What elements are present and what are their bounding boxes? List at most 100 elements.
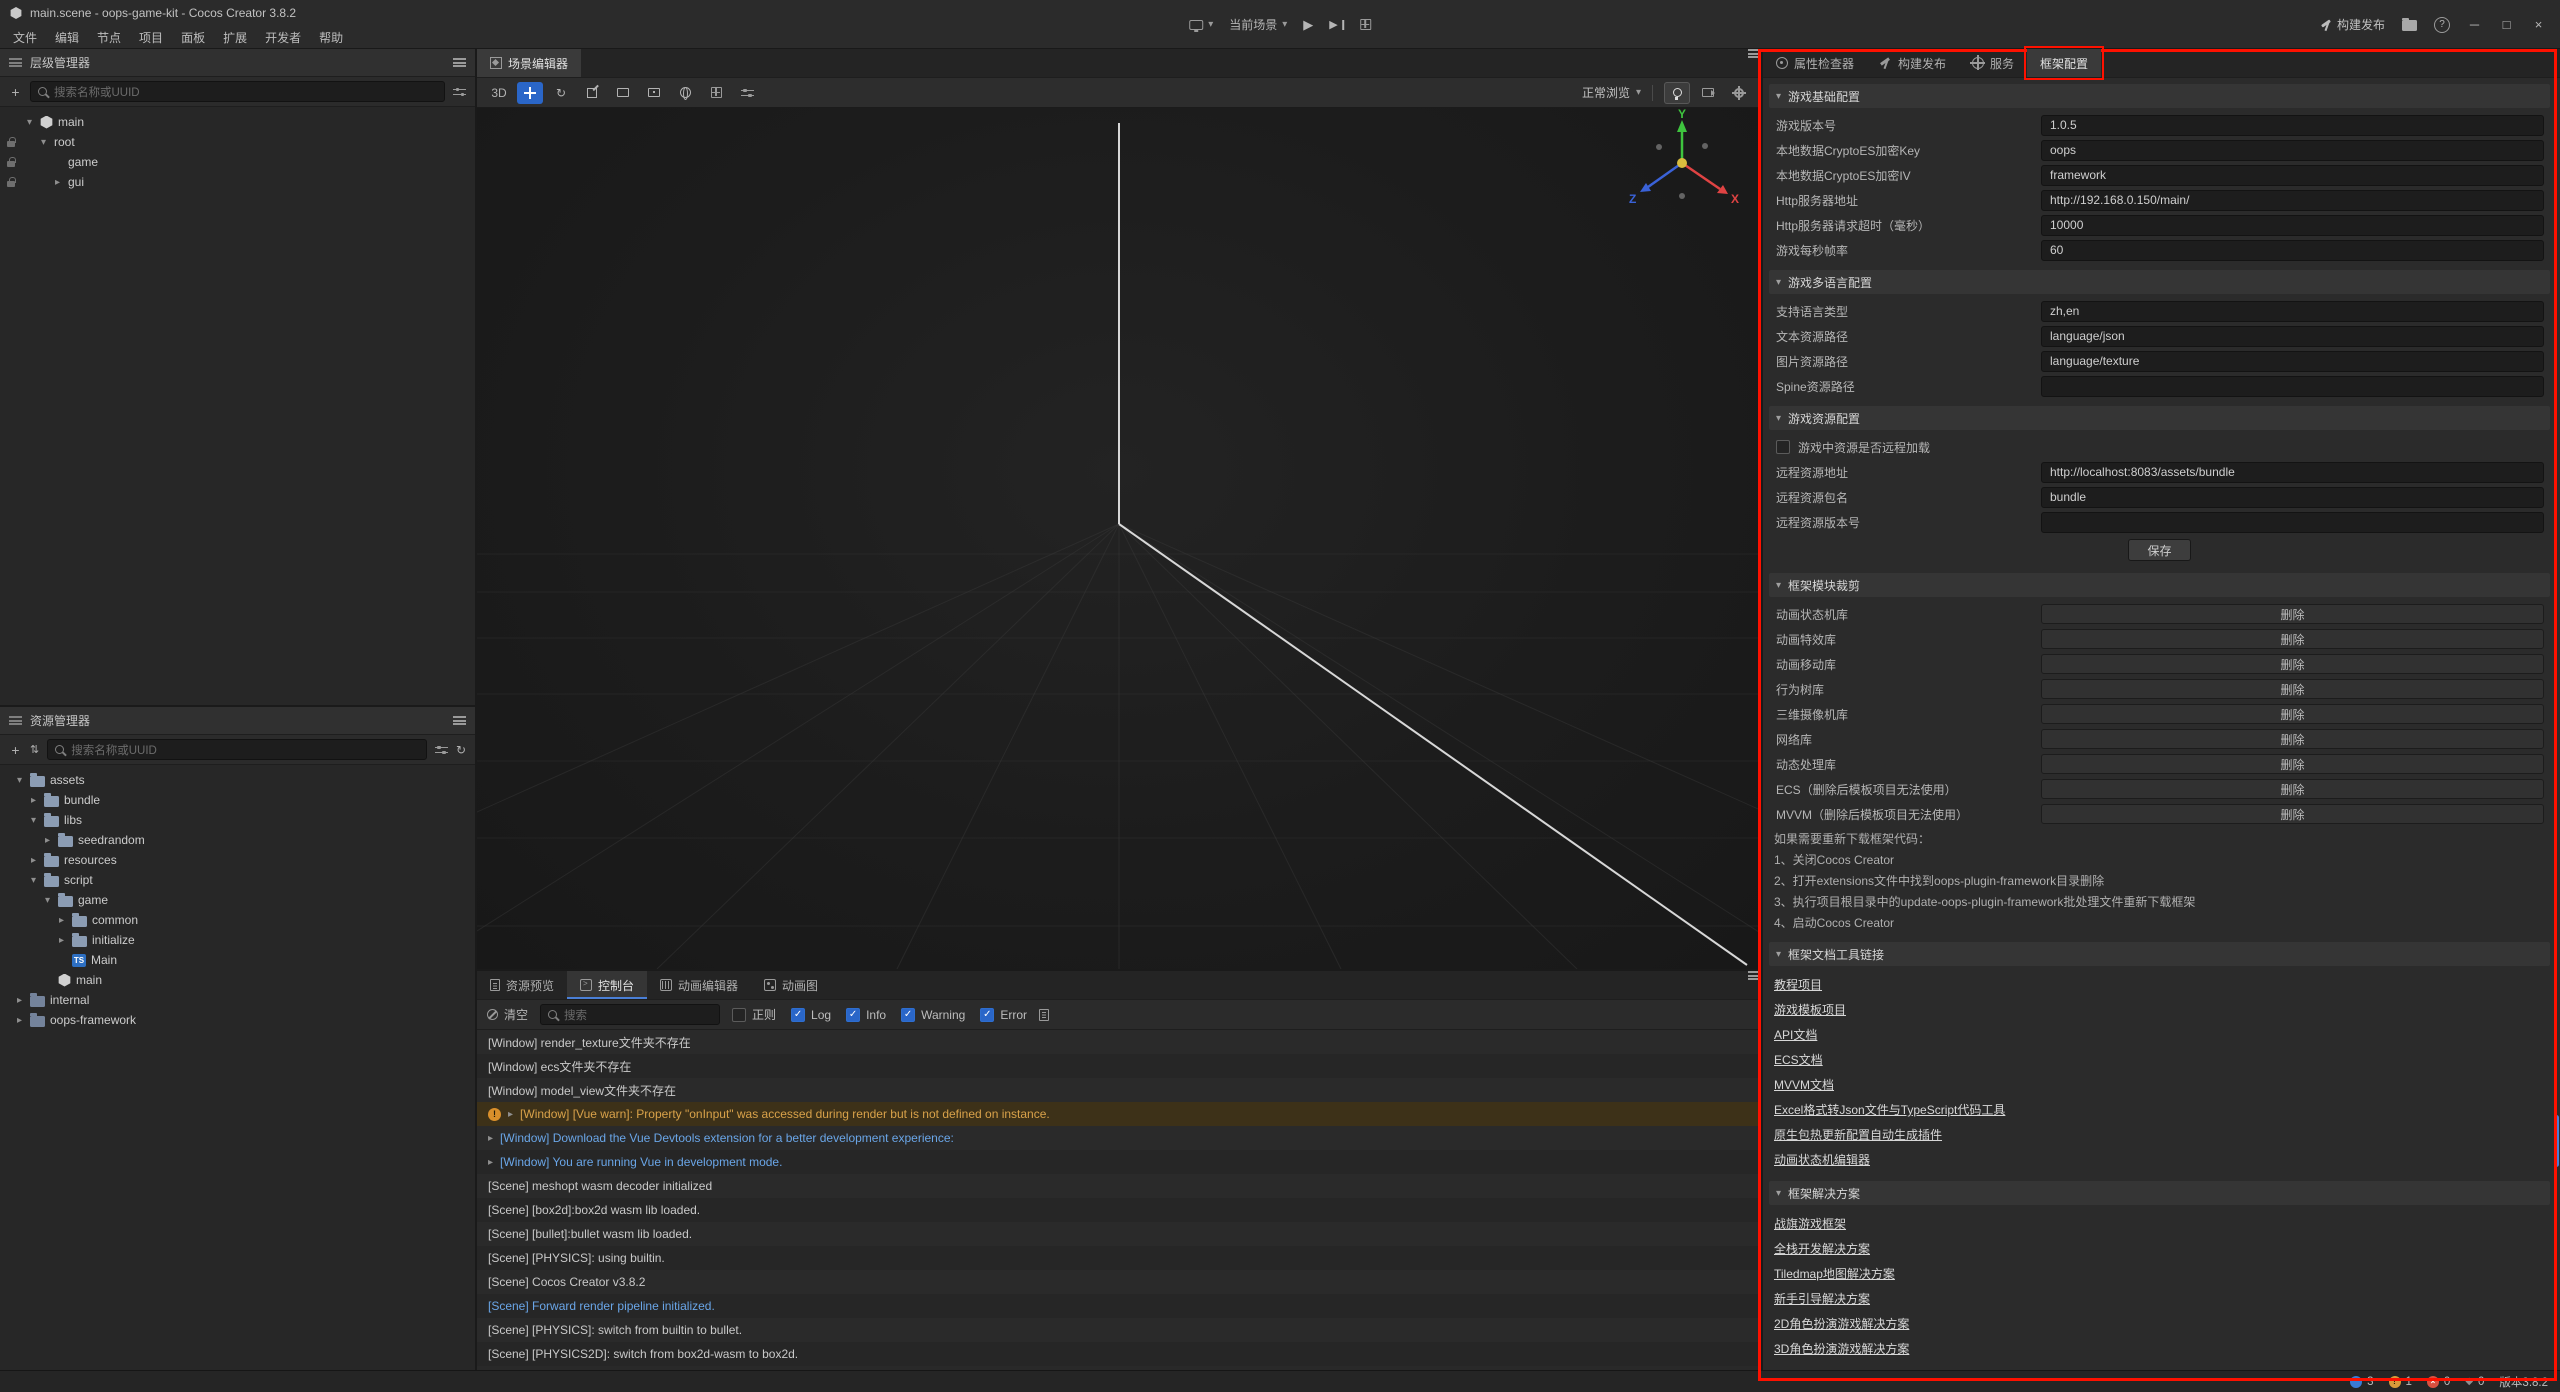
log-row[interactable]: [Scene] [PHYSICS]: switch from builtin t… — [477, 1318, 1761, 1342]
clear-console-button[interactable]: 清空 — [487, 1006, 528, 1023]
tree-node[interactable]: game — [0, 152, 475, 172]
close-button[interactable]: × — [2531, 17, 2546, 32]
delete-button[interactable]: 删除 — [2041, 679, 2544, 699]
sort-assets-icon[interactable]: ⇅ — [30, 743, 39, 756]
menu-item[interactable]: 项目 — [130, 26, 172, 48]
tab-framework-config[interactable]: 框架配置 — [2027, 49, 2101, 77]
hierarchy-search-input[interactable]: 搜索名称或UUID — [30, 81, 445, 102]
scrollbar-thumb[interactable] — [2554, 1115, 2559, 1167]
view-mode-select[interactable]: 正常浏览 ▾ — [1582, 84, 1641, 101]
tree-node[interactable]: ▸common — [0, 910, 475, 930]
expand-arrow[interactable]: ▾ — [14, 775, 25, 786]
tree-node[interactable]: ▾assets — [0, 770, 475, 790]
expand-arrow[interactable]: ▸ — [508, 1109, 513, 1120]
expand-arrow[interactable]: ▾ — [24, 117, 35, 128]
expand-arrow[interactable]: ▾ — [28, 875, 39, 886]
log-row[interactable]: ▸[Window] Download the Vue Devtools exte… — [477, 1126, 1761, 1150]
doc-link[interactable]: 动画状态机编辑器 — [1774, 1151, 1870, 1168]
assets-search-input[interactable]: 搜索名称或UUID — [47, 739, 427, 760]
property-input[interactable]: bundle — [2041, 487, 2544, 508]
panel-menu-icon[interactable] — [453, 58, 466, 67]
tab-asset-preview[interactable]: 资源预览 — [477, 971, 567, 999]
tab-scene-editor[interactable]: 场景编辑器 — [477, 49, 581, 77]
orientation-gizmo[interactable]: Y X Z — [1617, 110, 1747, 220]
panel-menu-icon[interactable] — [1748, 971, 1761, 980]
menu-item[interactable]: 节点 — [88, 26, 130, 48]
log-row[interactable]: [Scene] [PHYSICS2D]: switch from box2d-w… — [477, 1342, 1761, 1366]
doc-link[interactable]: 游戏模板项目 — [1774, 1001, 1846, 1018]
scene-select[interactable]: 当前场景 ▾ — [1229, 16, 1287, 33]
step-button[interactable]: ▶ — [1329, 18, 1343, 31]
tree-node[interactable]: ▸internal — [0, 990, 475, 1010]
tree-node[interactable]: ▸resources — [0, 850, 475, 870]
panel-menu-icon[interactable] — [1748, 49, 1761, 58]
tree-node[interactable]: ▸gui — [0, 172, 475, 192]
tree-node[interactable]: ▾game — [0, 890, 475, 910]
tree-node[interactable]: TSMain — [0, 950, 475, 970]
log-row[interactable]: [Window] model_view文件夹不存在 — [477, 1078, 1761, 1102]
expand-arrow[interactable]: ▸ — [488, 1133, 493, 1144]
scene-settings-button[interactable] — [1726, 82, 1752, 104]
checkbox[interactable]: ✓ — [901, 1008, 915, 1022]
add-node-button[interactable]: + — [9, 84, 22, 100]
doc-link[interactable]: MVVM文档 — [1774, 1076, 1834, 1093]
tree-node[interactable]: ▾libs — [0, 810, 475, 830]
property-input[interactable]: http://localhost:8083/assets/bundle — [2041, 462, 2544, 483]
rotate-tool[interactable]: ↻ — [548, 82, 574, 104]
log-row[interactable]: ▸[Window] You are running Vue in develop… — [477, 1150, 1761, 1174]
delete-button[interactable]: 删除 — [2041, 654, 2544, 674]
menu-item[interactable]: 开发者 — [256, 26, 310, 48]
delete-button[interactable]: 删除 — [2041, 704, 2544, 724]
tree-node[interactable]: ▸bundle — [0, 790, 475, 810]
expand-arrow[interactable]: ▸ — [28, 795, 39, 806]
save-button[interactable]: 保存 — [2128, 539, 2190, 561]
log-row[interactable]: [Scene] Cocos Creator v3.8.2 — [477, 1270, 1761, 1294]
doc-link[interactable]: 战旗游戏框架 — [1774, 1215, 1846, 1232]
mode-3d-button[interactable]: 3D — [486, 82, 512, 104]
play-button[interactable]: ▶ — [1303, 17, 1313, 33]
property-input[interactable]: oops — [2041, 140, 2544, 161]
tree-node[interactable]: ▾script — [0, 870, 475, 890]
log-row[interactable]: [Window] render_texture文件夹不存在 — [477, 1030, 1761, 1054]
console-error-count[interactable]: × 0 — [2427, 1376, 2450, 1388]
log-row[interactable]: [Scene] meshopt wasm decoder initialized — [477, 1174, 1761, 1198]
section-header[interactable]: ▾游戏多语言配置 — [1769, 270, 2550, 294]
expand-arrow[interactable]: ▸ — [14, 1015, 25, 1026]
tree-node[interactable]: ▸seedrandom — [0, 830, 475, 850]
help-icon[interactable]: ? — [2434, 17, 2450, 33]
section-header[interactable]: ▾游戏基础配置 — [1769, 84, 2550, 108]
doc-link[interactable]: 教程项目 — [1774, 976, 1822, 993]
property-input[interactable] — [2041, 512, 2544, 533]
scale-tool[interactable] — [579, 82, 605, 104]
property-input[interactable]: 1.0.5 — [2041, 115, 2544, 136]
checkbox[interactable]: ✓ — [846, 1008, 860, 1022]
log-row[interactable]: [Scene] [PHYSICS]: using builtin. — [477, 1246, 1761, 1270]
tab-property-inspector[interactable]: 属性检查器 — [1763, 49, 1867, 77]
delete-button[interactable]: 删除 — [2041, 779, 2544, 799]
hierarchy-filter-icon[interactable] — [453, 86, 466, 97]
checkbox[interactable]: ✓ — [791, 1008, 805, 1022]
section-header[interactable]: ▾框架模块裁剪 — [1769, 573, 2550, 597]
expand-arrow[interactable]: ▸ — [52, 177, 63, 188]
log-row[interactable]: !▸[Window] [Vue warn]: Property "onInput… — [477, 1102, 1761, 1126]
property-input[interactable]: 60 — [2041, 240, 2544, 261]
tree-node[interactable]: ▾root — [0, 132, 475, 152]
property-input[interactable]: 10000 — [2041, 215, 2544, 236]
collapse-logs-icon[interactable] — [1039, 1009, 1049, 1021]
doc-link[interactable]: 全栈开发解决方案 — [1774, 1240, 1870, 1257]
doc-link[interactable]: API文档 — [1774, 1026, 1817, 1043]
section-header[interactable]: ▾框架解决方案 — [1769, 1181, 2550, 1205]
maximize-button[interactable]: □ — [2499, 17, 2514, 32]
preview-layout-button[interactable] — [1360, 19, 1371, 30]
open-project-folder-icon[interactable] — [2402, 20, 2417, 31]
menu-item[interactable]: 帮助 — [310, 26, 352, 48]
expand-arrow[interactable]: ▸ — [42, 835, 53, 846]
minimize-button[interactable]: ─ — [2467, 17, 2482, 32]
snap-settings-button[interactable] — [734, 82, 760, 104]
delete-button[interactable]: 删除 — [2041, 604, 2544, 624]
tree-node[interactable]: ▸initialize — [0, 930, 475, 950]
panel-menu-icon[interactable] — [453, 716, 466, 725]
property-input[interactable]: http://192.168.0.150/main/ — [2041, 190, 2544, 211]
log-row[interactable]: [Scene] [box2d]:box2d wasm lib loaded. — [477, 1198, 1761, 1222]
property-input[interactable]: framework — [2041, 165, 2544, 186]
